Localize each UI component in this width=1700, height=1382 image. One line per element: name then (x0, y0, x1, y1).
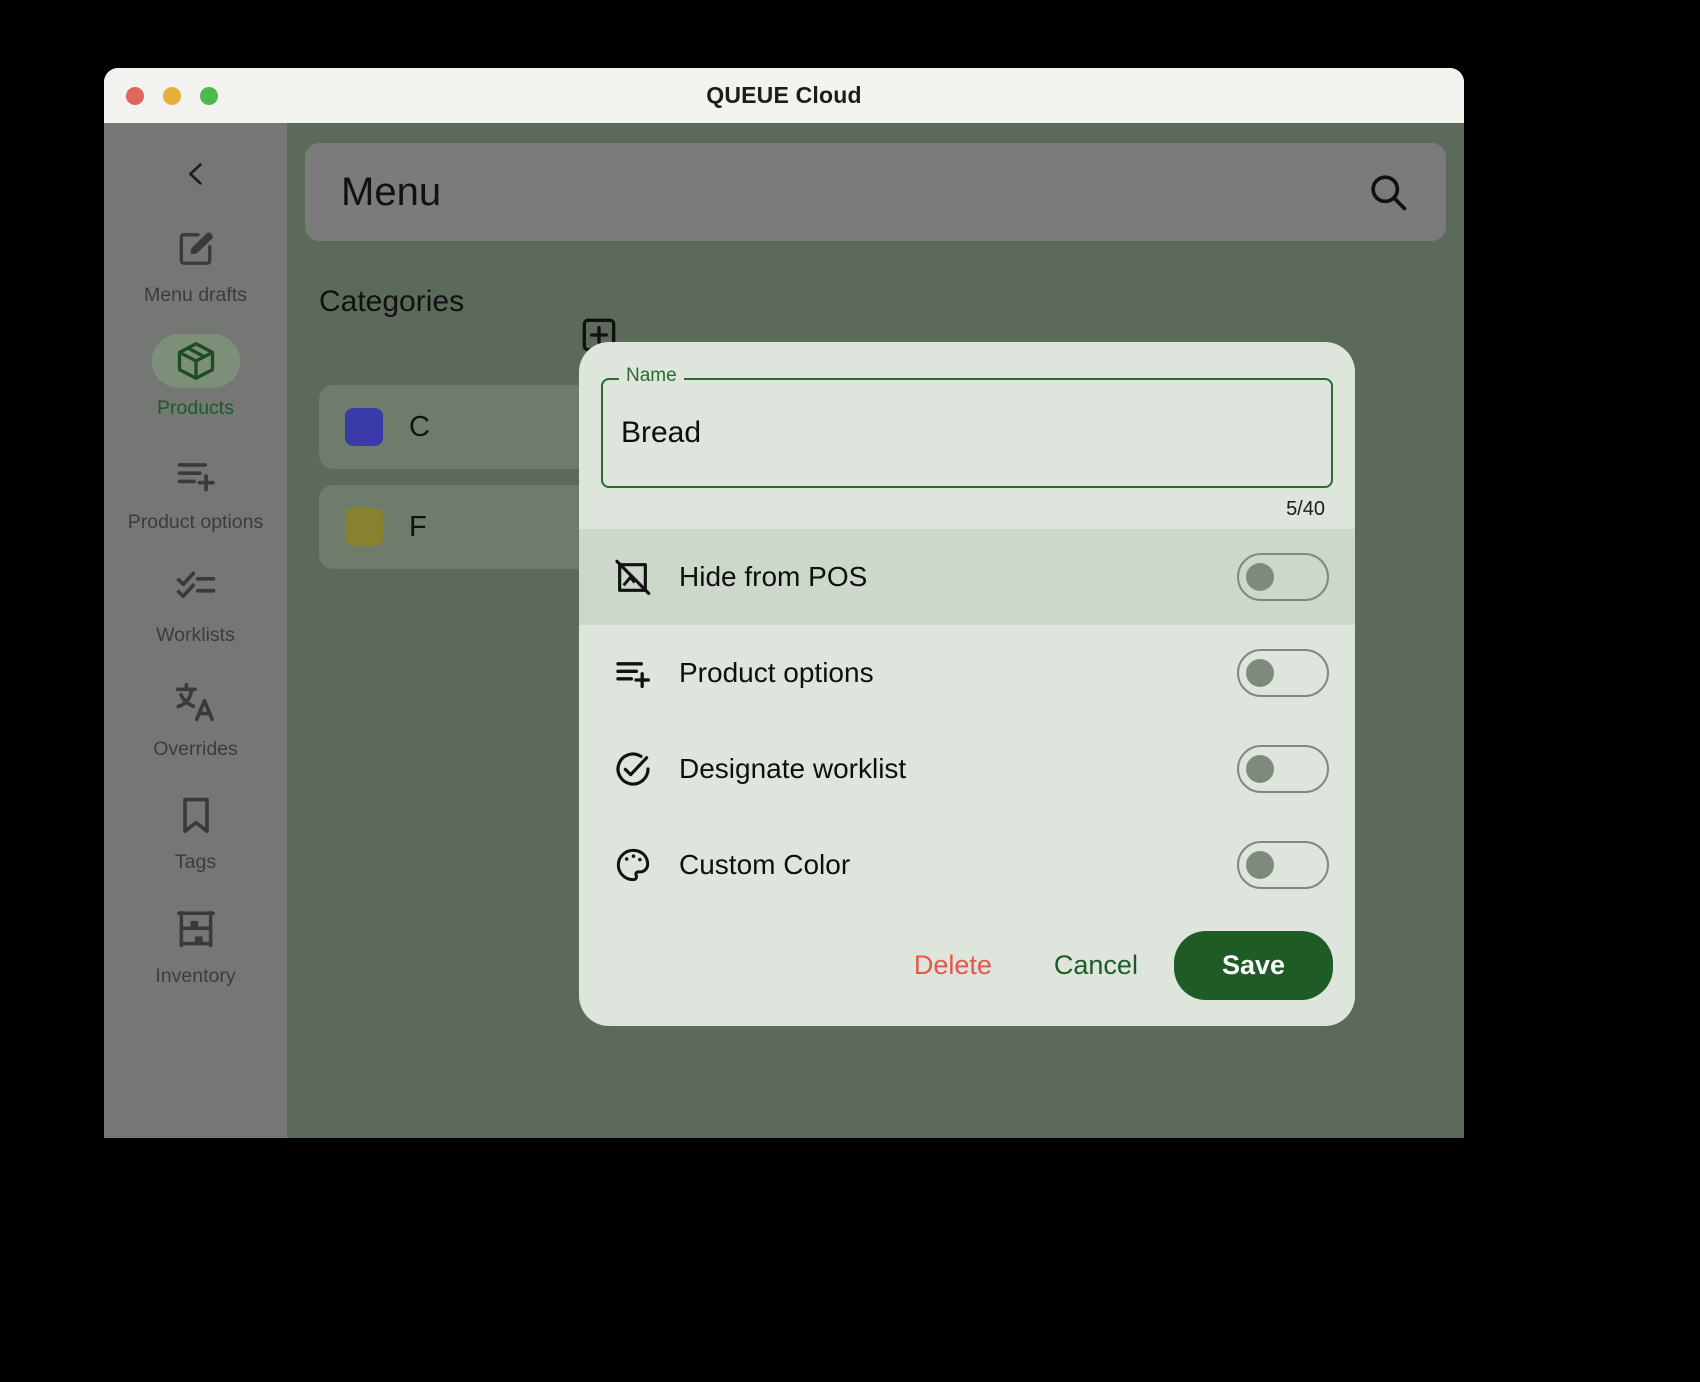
dialog-actions: Delete Cancel Save (579, 913, 1355, 1004)
sidebar-item-label: Overrides (153, 737, 238, 760)
category-color-swatch (345, 408, 383, 446)
translate-icon (175, 682, 214, 721)
nav-icon-pill (152, 221, 240, 275)
nav-icon-pill (152, 675, 240, 729)
list-plus-icon (177, 462, 215, 492)
category-name: F (409, 510, 427, 543)
edit-category-dialog: Name Bread 5/40 Hide from POS Product op… (579, 342, 1355, 1026)
nav-icon-pill (152, 561, 240, 615)
toggle-product-options[interactable] (1237, 649, 1329, 697)
sidebar-item-product-options[interactable]: Product options (104, 440, 287, 539)
option-label: Designate worklist (679, 753, 907, 784)
toggle-hide-from-pos[interactable] (1237, 553, 1329, 601)
palette-icon (613, 845, 653, 885)
save-button[interactable]: Save (1173, 931, 1333, 1000)
nav-icon-pill (151, 334, 240, 389)
sidebar-item-label: Menu drafts (144, 284, 247, 306)
shelves-icon (176, 910, 215, 947)
category-color-swatch (345, 508, 383, 546)
sidebar-item-label: Tags (174, 851, 217, 874)
name-input-value: Bread (621, 416, 702, 449)
main-content: Menu Categories C F Name Bread 5/40 Hide… (287, 123, 1464, 1138)
sidebar-item-inventory[interactable]: Inventory (104, 894, 287, 993)
sidebar: Menu drafts Products Product options Wor… (104, 123, 287, 1138)
title-bar: QUEUE Cloud (104, 68, 1464, 123)
minimize-window-button[interactable] (163, 86, 181, 105)
toggle-knob (1246, 851, 1274, 879)
delete-button[interactable]: Delete (888, 936, 1018, 995)
back-button[interactable] (169, 147, 223, 201)
option-label: Product options (679, 657, 874, 688)
name-field[interactable]: Name Bread (601, 365, 1333, 488)
sidebar-item-label: Inventory (155, 964, 236, 987)
app-window: QUEUE Cloud Menu drafts Products Product… (104, 68, 1464, 1138)
search-bar[interactable]: Menu (305, 143, 1446, 241)
bookmark-icon (182, 797, 209, 834)
window-title: QUEUE Cloud (706, 82, 862, 108)
option-label: Custom Color (679, 849, 851, 880)
option-row-custom-color[interactable]: Custom Color (579, 817, 1355, 913)
categories-label: Categories (319, 285, 465, 318)
chevron-left-icon (188, 163, 202, 185)
option-row-product-options[interactable]: Product options (579, 625, 1355, 721)
category-name: C (409, 410, 430, 443)
check-circle-icon (613, 749, 653, 789)
window-body: Menu drafts Products Product options Wor… (104, 123, 1464, 1138)
sidebar-item-label: Products (157, 397, 234, 420)
sidebar-item-tags[interactable]: Tags (104, 780, 287, 879)
toggle-designate-worklist[interactable] (1237, 745, 1329, 793)
edit-note-icon (179, 232, 213, 265)
option-label: Hide from POS (679, 561, 868, 592)
toggle-knob (1246, 563, 1274, 591)
traffic-light-buttons[interactable] (126, 86, 218, 105)
sidebar-item-menu-drafts[interactable]: Menu drafts (104, 213, 287, 312)
toggle-knob (1246, 659, 1274, 687)
toggle-custom-color[interactable] (1237, 841, 1329, 889)
close-window-button[interactable] (126, 86, 144, 105)
nav-icon-pill (152, 902, 240, 956)
sidebar-item-overrides[interactable]: Overrides (104, 667, 287, 766)
maximize-window-button[interactable] (200, 86, 218, 105)
dialog-option-list: Hide from POS Product options Designate … (579, 529, 1355, 913)
page-title: Menu (341, 169, 442, 214)
nav-icon-pill (152, 788, 240, 842)
option-row-designate-worklist[interactable]: Designate worklist (579, 721, 1355, 817)
toggle-knob (1246, 755, 1274, 783)
option-row-hide-from-pos[interactable]: Hide from POS (579, 529, 1355, 625)
search-icon[interactable] (1366, 170, 1410, 214)
list-plus-icon (613, 653, 653, 693)
sidebar-item-worklists[interactable]: Worklists (104, 553, 287, 652)
name-field-label: Name (619, 365, 684, 387)
name-input[interactable]: Bread (601, 378, 1333, 488)
hide-image-icon (613, 557, 653, 597)
sidebar-item-products[interactable]: Products (104, 326, 287, 425)
sidebar-item-label: Worklists (156, 624, 235, 647)
package-icon (177, 342, 214, 381)
nav-icon-pill (152, 448, 240, 502)
checklist-icon (176, 571, 215, 599)
sidebar-item-label: Product options (127, 510, 264, 533)
character-counter: 5/40 (1286, 498, 1325, 520)
cancel-button[interactable]: Cancel (1028, 936, 1164, 995)
